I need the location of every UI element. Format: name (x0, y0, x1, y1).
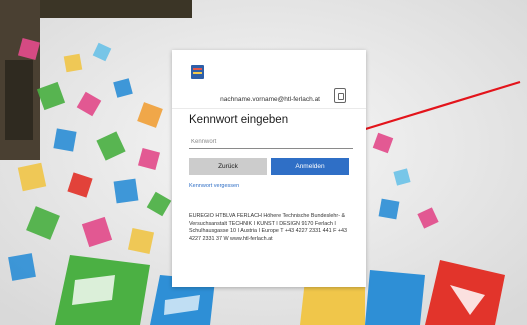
school-logo-icon (191, 65, 204, 79)
account-email: nachname.vorname@htl-ferlach.at (220, 96, 320, 103)
forgot-password-link[interactable]: Kennwort vergessen (189, 183, 239, 189)
back-button[interactable]: Zurück (189, 158, 267, 175)
sign-in-button[interactable]: Anmelden (271, 158, 349, 175)
page-title: Kennwort eingeben (189, 114, 289, 126)
footer-text: EUREGIO HTBLVA FERLACH Höhere Technische… (189, 213, 348, 243)
login-card: nachname.vorname@htl-ferlach.at Kennwort… (172, 50, 366, 287)
account-badge-icon (334, 88, 346, 103)
password-input[interactable] (189, 136, 353, 149)
account-identity[interactable]: nachname.vorname@htl-ferlach.at (172, 86, 366, 109)
